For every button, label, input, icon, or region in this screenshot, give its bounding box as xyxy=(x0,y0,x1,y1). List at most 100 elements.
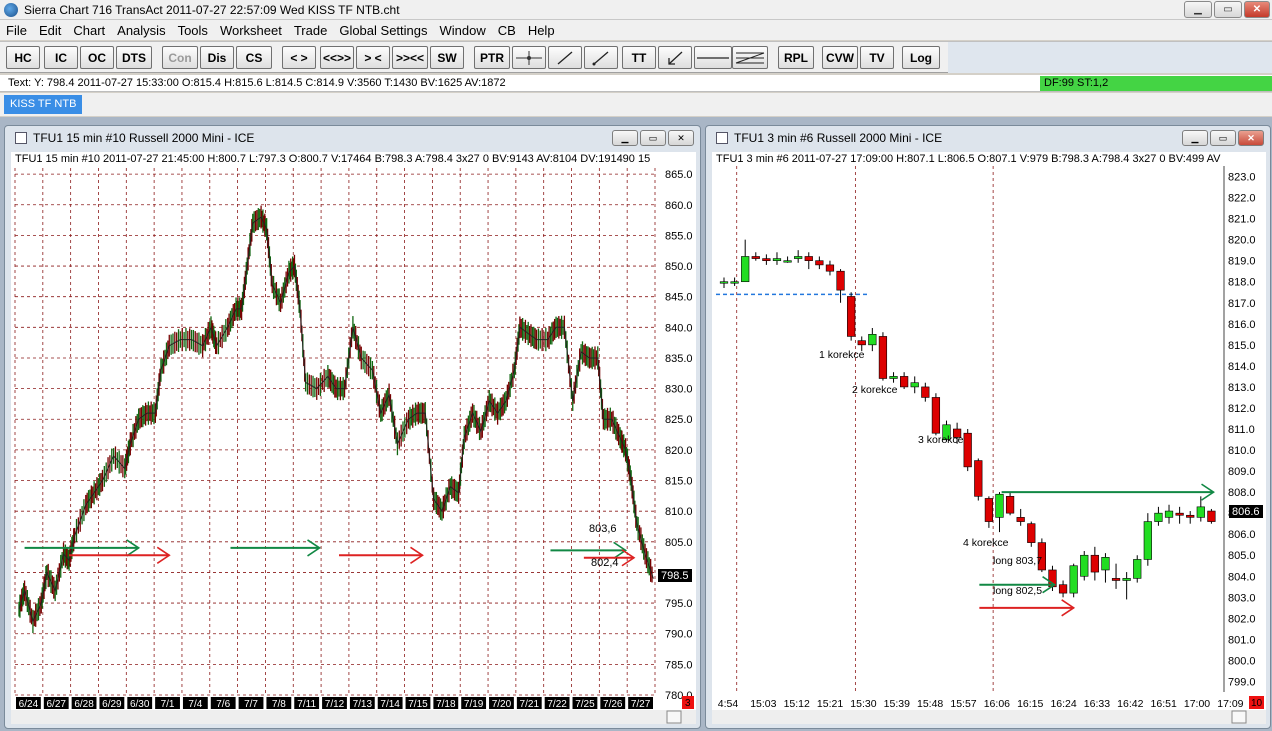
candle-body xyxy=(1207,510,1216,522)
sw-button[interactable]: SW xyxy=(430,46,464,69)
ic-button[interactable]: IC xyxy=(44,46,78,69)
chart-minimize-button[interactable]: ▁ xyxy=(612,130,638,146)
ray-icon[interactable] xyxy=(584,46,618,69)
scrollbar-thumb[interactable] xyxy=(666,710,682,724)
menu-trade[interactable]: Trade xyxy=(288,23,333,38)
chart-3min-svg[interactable]: 823.0 822.0 821.0 820.0 819.0 818.0 817.0 816.0… xyxy=(712,152,1266,724)
menu-chart[interactable]: Chart xyxy=(67,23,111,38)
x-tick-label: 15:57 xyxy=(950,698,976,710)
arrow-icon[interactable] xyxy=(658,46,692,69)
y-tick-label: 850.0 xyxy=(665,261,693,273)
mdi-area: TFU1 15 min #10 Russell 2000 Mini - ICE … xyxy=(0,117,1272,731)
menu-window[interactable]: Window xyxy=(434,23,492,38)
ptr-button[interactable]: PTR xyxy=(474,46,510,69)
annotation-803-6: 803,6 xyxy=(589,523,617,535)
y-tick-label: 810.0 xyxy=(665,506,693,518)
y-tick-label: 823.0 xyxy=(1228,172,1256,184)
chart-maximize-button[interactable]: ▭ xyxy=(640,130,666,146)
chart-close-button[interactable]: ✕ xyxy=(1238,130,1264,146)
candle-body xyxy=(1122,578,1131,581)
candle-body xyxy=(741,256,750,283)
chart-area-15min[interactable]: 865.0 860.0 855.0 850.0 845.0 840.0 835.0 830.0… xyxy=(11,152,696,724)
chart-window-15min[interactable]: TFU1 15 min #10 Russell 2000 Mini - ICE … xyxy=(4,125,701,729)
oc-button[interactable]: OC xyxy=(80,46,114,69)
log-button[interactable]: Log xyxy=(902,46,940,69)
chart-close-button[interactable]: ✕ xyxy=(668,130,694,146)
x-tick-label: 16:24 xyxy=(1050,698,1076,710)
menu-tools[interactable]: Tools xyxy=(172,23,214,38)
line-glyph xyxy=(557,51,573,64)
x-tick-label: 6/30 xyxy=(130,699,150,710)
y-tick-label: 799.0 xyxy=(1228,676,1256,688)
y-tick-label: 835.0 xyxy=(665,353,693,365)
candle-body xyxy=(889,376,898,379)
crosshair-icon[interactable] xyxy=(512,46,546,69)
y-tick-label: 806.0 xyxy=(1228,529,1256,541)
horizontal-line-icon[interactable] xyxy=(694,46,732,69)
chart-header-3min: TFU1 3 min #6 2011-07-27 17:09:00 H:807.… xyxy=(716,153,1221,165)
last-price-label: 798.5 xyxy=(661,570,689,582)
menu-worksheet[interactable]: Worksheet xyxy=(214,23,288,38)
candle-body xyxy=(984,498,994,522)
menu-global-settings[interactable]: Global Settings xyxy=(333,23,433,38)
horizontal-scrollbar[interactable] xyxy=(11,710,696,724)
menu-help[interactable]: Help xyxy=(522,23,561,38)
line-icon[interactable] xyxy=(548,46,582,69)
y-tick-label: 804.0 xyxy=(1228,571,1256,583)
candle-body xyxy=(1143,521,1152,560)
chartbook-tabs: KISS TF NTB xyxy=(0,93,1272,116)
y-tick-label: 800.0 xyxy=(1228,655,1256,667)
y-tick-label: 811.0 xyxy=(1228,424,1255,436)
candle-body xyxy=(931,397,941,434)
candle-body xyxy=(751,256,760,259)
compress-button[interactable]: > < xyxy=(356,46,390,69)
scroll-expand-button[interactable]: < > xyxy=(282,46,316,69)
cvw-button[interactable]: CVW xyxy=(822,46,858,69)
menu-cb[interactable]: CB xyxy=(492,23,522,38)
candle-body xyxy=(857,340,866,346)
y-tick-label: 805.0 xyxy=(1228,550,1256,562)
con-button[interactable]: Con xyxy=(162,46,198,69)
y-tick-label: 840.0 xyxy=(665,322,693,334)
rpl-button[interactable]: RPL xyxy=(778,46,814,69)
menu-edit[interactable]: Edit xyxy=(33,23,67,38)
candle-body xyxy=(772,258,782,261)
chart-area-3min[interactable]: 823.0 822.0 821.0 820.0 819.0 818.0 817.0 816.0… xyxy=(712,152,1266,724)
close-button[interactable]: ✕ xyxy=(1244,1,1270,18)
candle-body xyxy=(719,281,729,284)
hc-button[interactable]: HC xyxy=(6,46,40,69)
fib-glyph xyxy=(735,52,765,63)
y-tick-label: 803.0 xyxy=(1228,592,1256,604)
maximize-button[interactable]: ▭ xyxy=(1214,1,1242,18)
dts-button[interactable]: DTS xyxy=(116,46,152,69)
tt-button[interactable]: TT xyxy=(622,46,656,69)
minimize-button[interactable]: ▁ xyxy=(1184,1,1212,18)
candle-body xyxy=(1164,510,1174,518)
candle-body xyxy=(995,493,1004,518)
y-tick-label: 817.0 xyxy=(1228,298,1256,310)
chart-window-titlebar[interactable]: TFU1 3 min #6 Russell 2000 Mini - ICE ▁ … xyxy=(706,126,1270,150)
menu-file[interactable]: File xyxy=(0,23,33,38)
scroll-expand-more-button[interactable]: <<>> xyxy=(320,46,354,69)
horizontal-scrollbar[interactable] xyxy=(712,710,1266,724)
corner-indicator-label: 10 xyxy=(1251,698,1263,709)
chart-15min-svg[interactable]: 865.0 860.0 855.0 850.0 845.0 840.0 835.0 830.0… xyxy=(11,152,696,724)
compress-more-button[interactable]: >><< xyxy=(392,46,428,69)
tab-kiss-tf-ntb[interactable]: KISS TF NTB xyxy=(4,95,83,114)
dis-button[interactable]: Dis xyxy=(200,46,234,69)
menu-analysis[interactable]: Analysis xyxy=(111,23,171,38)
chart-window-3min[interactable]: TFU1 3 min #6 Russell 2000 Mini - ICE ▁ … xyxy=(705,125,1271,729)
y-tick-label: 805.0 xyxy=(665,537,693,549)
tv-button[interactable]: TV xyxy=(860,46,894,69)
candle-body xyxy=(1175,512,1184,516)
x-tick-label: 15:39 xyxy=(884,698,910,710)
fib-icon[interactable] xyxy=(732,46,768,69)
chart-maximize-button[interactable]: ▭ xyxy=(1210,130,1236,146)
chart-window-titlebar[interactable]: TFU1 15 min #10 Russell 2000 Mini - ICE … xyxy=(5,126,700,150)
cs-button[interactable]: CS xyxy=(236,46,272,69)
y-tick-label: 812.0 xyxy=(1228,403,1256,415)
y-tick-label: 801.0 xyxy=(1228,634,1256,646)
scrollbar-thumb[interactable] xyxy=(1231,710,1247,724)
candle-body xyxy=(847,296,856,337)
chart-minimize-button[interactable]: ▁ xyxy=(1182,130,1208,146)
